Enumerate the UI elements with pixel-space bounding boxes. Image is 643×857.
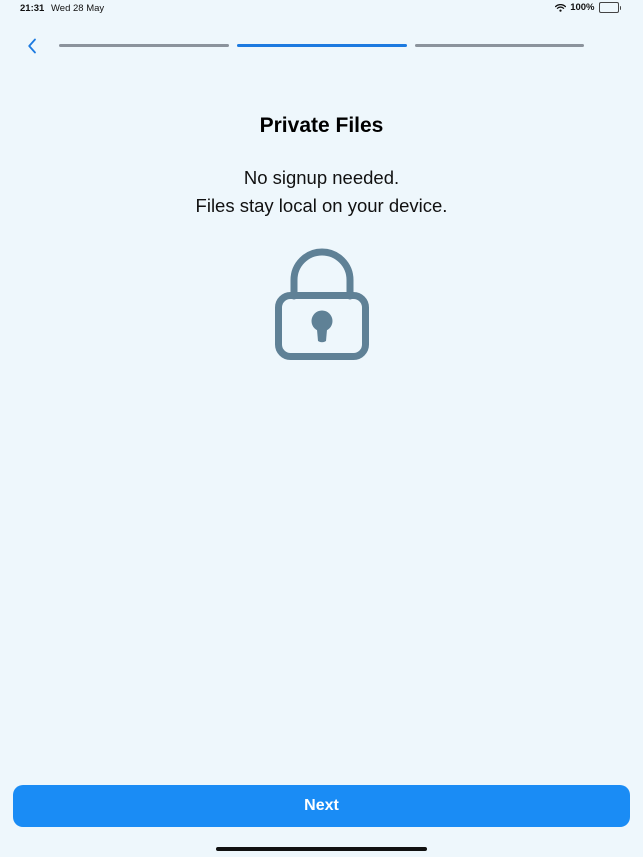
status-indicators: 100% bbox=[555, 2, 621, 13]
progress-step-1 bbox=[59, 44, 229, 47]
battery-percent: 100% bbox=[570, 2, 595, 13]
subtitle-line-1: No signup needed. bbox=[243, 167, 400, 188]
wifi-icon bbox=[555, 3, 567, 12]
lock-icon bbox=[272, 248, 372, 362]
page-title: Private Files bbox=[259, 114, 384, 137]
home-indicator[interactable] bbox=[216, 847, 427, 851]
progress-step-3 bbox=[415, 44, 584, 47]
status-bar: 21:31 Wed 28 May 100% bbox=[0, 0, 643, 18]
status-date: Wed 28 May bbox=[51, 3, 105, 14]
back-button[interactable] bbox=[22, 35, 42, 57]
subtitle-line-2: Files stay local on your device. bbox=[195, 195, 448, 216]
battery-icon bbox=[598, 2, 621, 13]
progress-step-2 bbox=[237, 44, 407, 47]
status-time: 21:31 bbox=[20, 3, 45, 14]
chevron-left-icon bbox=[28, 38, 36, 54]
next-button[interactable]: Next bbox=[13, 785, 630, 827]
